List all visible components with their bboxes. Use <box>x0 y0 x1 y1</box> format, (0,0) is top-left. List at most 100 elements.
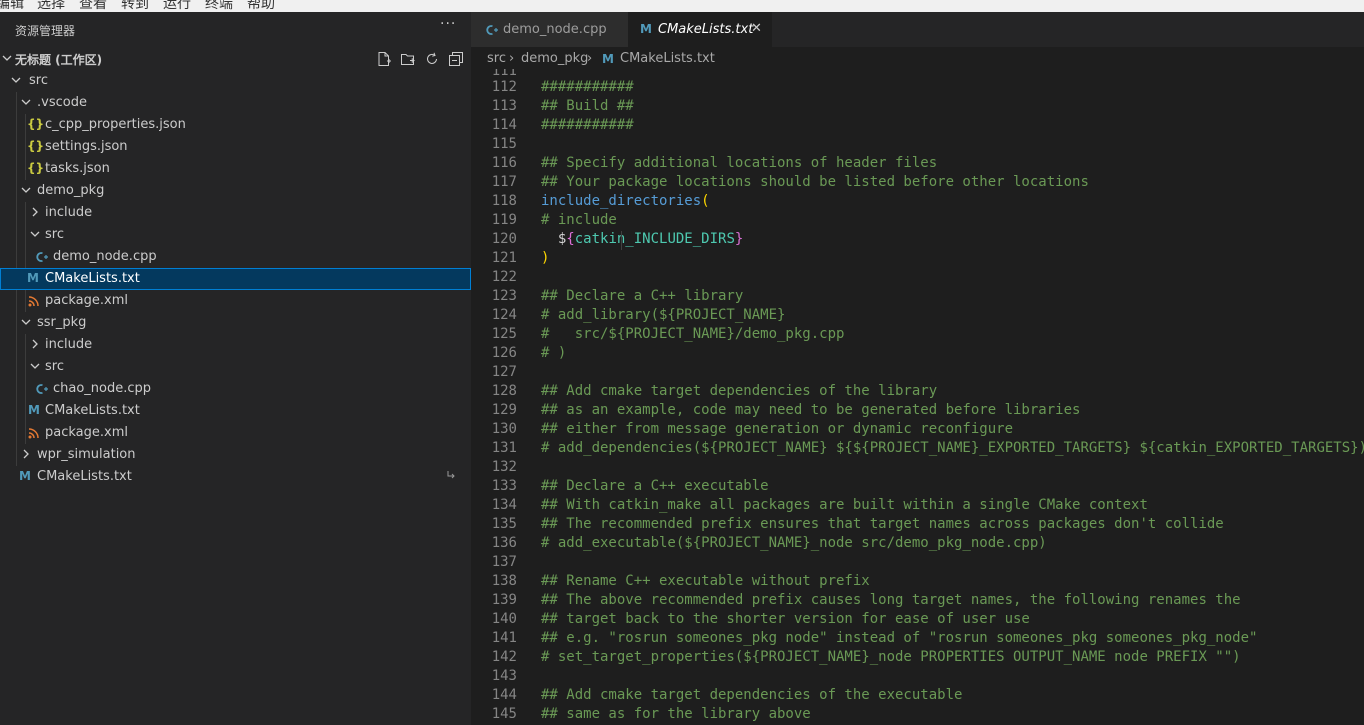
cmake-file-icon: M <box>28 403 40 417</box>
chevron-right-icon <box>32 207 38 217</box>
code-line: ## as an example, code may need to be ge… <box>541 402 1081 418</box>
breadcrumb-item[interactable]: src <box>487 51 506 66</box>
tree-folder-src[interactable]: src <box>0 224 471 246</box>
menu-help[interactable]: 帮助 <box>247 0 275 12</box>
code-line: ## Rename C++ executable without prefix <box>541 573 870 589</box>
line-number: 140 <box>491 611 517 627</box>
code-line: # add_library(${PROJECT_NAME} <box>541 307 786 323</box>
symlink-arrow-icon <box>447 471 455 479</box>
tree-folder-include[interactable]: include <box>0 202 471 224</box>
more-actions-icon[interactable]: ··· <box>440 16 456 32</box>
tab-cmakelists[interactable]: M CMakeLists.txt ✕ <box>628 12 772 47</box>
tree-file-root-cmakelists[interactable]: M CMakeLists.txt <box>0 466 471 488</box>
tree-file-package-xml[interactable]: package.xml <box>0 422 471 444</box>
line-number: 142 <box>491 649 517 665</box>
tree-item-label: src <box>45 359 64 374</box>
code-line: # add_executable(${PROJECT_NAME}_node sr… <box>541 535 1047 551</box>
menu-edit[interactable]: 编辑 <box>0 0 24 12</box>
line-number: 132 <box>491 459 517 475</box>
tree-file-cmakelists-selected[interactable]: M CMakeLists.txt <box>0 268 471 290</box>
tree-folder-src[interactable]: src <box>0 70 471 92</box>
code-line: ## e.g. "rosrun someones_pkg node" inste… <box>541 630 1258 646</box>
xml-file-icon <box>28 428 39 439</box>
new-folder-icon[interactable] <box>400 51 416 67</box>
chevron-down-icon <box>30 231 40 237</box>
code-line: ## Declare a C++ executable <box>541 478 769 494</box>
line-number: 144 <box>491 687 517 703</box>
code-line: ## The recommended prefix ensures that t… <box>541 516 1224 532</box>
tree-item-label: package.xml <box>45 293 128 308</box>
code-line: ## same as for the library above <box>541 706 811 722</box>
code-line: ## either from message generation or dyn… <box>541 421 1014 437</box>
refresh-icon[interactable] <box>424 51 440 67</box>
cmake-file-icon: M <box>27 271 39 285</box>
tree-file-cmakelists[interactable]: M CMakeLists.txt <box>0 400 471 422</box>
tree-item-label: tasks.json <box>45 161 110 176</box>
tree-file-settings[interactable]: {} settings.json <box>0 136 471 158</box>
new-file-icon[interactable] <box>376 51 392 67</box>
close-icon[interactable]: ✕ <box>751 21 762 36</box>
tree-folder-demo-pkg[interactable]: demo_pkg <box>0 180 471 202</box>
tree-folder-src[interactable]: src <box>0 356 471 378</box>
code-line: # set_target_properties(${PROJECT_NAME}_… <box>541 649 1241 665</box>
collapse-all-icon[interactable] <box>448 51 464 67</box>
workspace-header[interactable]: 无标题 (工作区) <box>0 48 471 70</box>
code-line: ## Declare a C++ library <box>541 288 744 304</box>
code-line: ## The above recommended prefix causes l… <box>541 592 1241 608</box>
line-number: 120 <box>491 231 517 247</box>
tree-item-label: .vscode <box>37 95 87 110</box>
menu-go[interactable]: 转到 <box>121 0 149 12</box>
tree-item-label: CMakeLists.txt <box>45 271 140 286</box>
menu-terminal[interactable]: 终端 <box>205 0 233 12</box>
tree-item-label: chao_node.cpp <box>53 381 152 396</box>
json-file-icon: {} <box>27 117 45 131</box>
code-editor[interactable]: 111 112 ########### 113 ## Build ## 114 #####… <box>471 69 1364 725</box>
tree-file-demo-node-cpp[interactable]: demo_node.cpp <box>0 246 471 268</box>
menu-view[interactable]: 查看 <box>79 0 107 12</box>
line-number: 123 <box>491 288 517 304</box>
tree-item-label: include <box>45 205 93 220</box>
tree-item-label: ssr_pkg <box>37 315 87 330</box>
line-number: 143 <box>491 668 517 684</box>
line-number: 129 <box>491 402 517 418</box>
menu-run[interactable]: 运行 <box>163 0 191 12</box>
json-file-icon: {} <box>27 139 45 153</box>
tree-file-c-cpp-properties[interactable]: {} c_cpp_properties.json <box>0 114 471 136</box>
line-number: 138 <box>491 573 517 589</box>
breadcrumb-item[interactable]: demo_pkg <box>521 51 588 66</box>
code-line: # include <box>541 212 617 228</box>
line-number: 121 <box>491 250 517 266</box>
tree-folder-ssr-pkg[interactable]: ssr_pkg <box>0 312 471 334</box>
tree-folder-vscode[interactable]: .vscode <box>0 92 471 114</box>
line-number: 112 <box>491 79 517 95</box>
breadcrumb-item[interactable]: CMakeLists.txt <box>620 51 715 66</box>
cpp-file-icon <box>486 25 498 35</box>
tree-file-package-xml[interactable]: package.xml <box>0 290 471 312</box>
line-number: 130 <box>491 421 517 437</box>
cmake-file-icon: M <box>602 52 614 66</box>
cmake-file-icon: M <box>19 469 31 483</box>
tree-item-label: settings.json <box>45 139 128 154</box>
explorer-title: 资源管理器 <box>15 24 76 38</box>
line-number: 113 <box>491 98 517 114</box>
line-number: 111 <box>491 69 517 79</box>
tree-folder-include[interactable]: include <box>0 334 471 356</box>
code-line: # add_dependencies(${PROJECT_NAME} ${${P… <box>541 440 1364 456</box>
tree-folder-wpr-simulation[interactable]: wpr_simulation <box>0 444 471 466</box>
line-number: 136 <box>491 535 517 551</box>
tree-file-chao-node-cpp[interactable]: chao_node.cpp <box>0 378 471 400</box>
code-line: # src/${PROJECT_NAME}/demo_pkg.cpp <box>541 326 845 342</box>
tree-file-tasks[interactable]: {} tasks.json <box>0 158 471 180</box>
tree-item-label: CMakeLists.txt <box>45 403 140 418</box>
line-number: 139 <box>491 592 517 608</box>
chevron-right-icon <box>32 339 38 349</box>
cpp-file-icon <box>36 252 48 262</box>
tab-demo-node-cpp[interactable]: demo_node.cpp <box>471 12 628 47</box>
menu-selection[interactable]: 选择 <box>37 0 65 12</box>
line-number: 116 <box>491 155 517 171</box>
code-line: ## target back to the shorter version fo… <box>541 611 1030 627</box>
indent-guide <box>621 231 622 250</box>
line-number: 125 <box>491 326 517 342</box>
tree-item-label: CMakeLists.txt <box>37 469 132 484</box>
line-number: 141 <box>491 630 517 646</box>
